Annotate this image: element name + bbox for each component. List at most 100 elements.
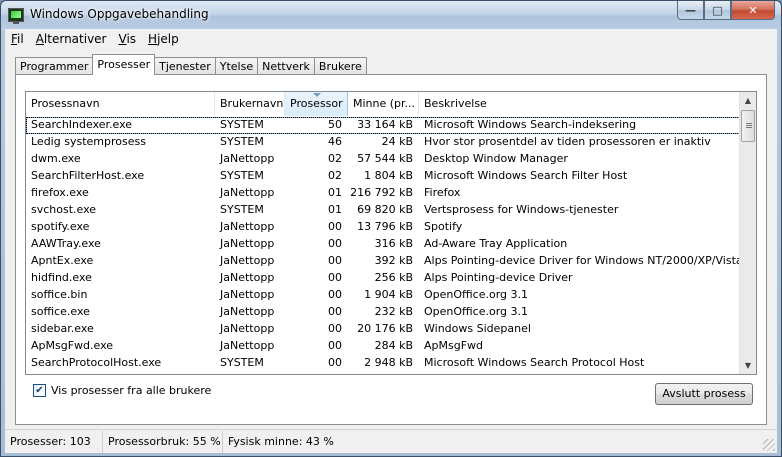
cpu-cell: 00	[328, 322, 342, 335]
memory-cell: 216 792 kB	[350, 186, 413, 199]
tab-networking[interactable]: Nettverk	[257, 57, 315, 75]
user-name-cell: SYSTEM	[220, 356, 264, 369]
tab-services[interactable]: Tjenester	[154, 57, 216, 75]
process-name-cell: SearchProtocolHost.exe	[31, 356, 162, 369]
table-row[interactable]: ApntEx.exe JaNettopp 00 392 kB Alps Pointing…	[26, 253, 740, 270]
process-name-cell: svchost.exe	[31, 203, 97, 216]
table-row[interactable]: Ledig systemprosess SYSTEM 46 24 kB Hvor sto…	[26, 134, 740, 151]
cpu-cell: 50	[328, 118, 342, 131]
table-row[interactable]: dwm.exe JaNettopp 02 57 544 kB Desktop Windo…	[26, 151, 740, 168]
memory-cell: 316 kB	[374, 237, 413, 250]
description-cell: Microsoft Windows Search Protocol Host	[424, 356, 645, 369]
description-cell: Firefox	[424, 186, 461, 199]
table-row[interactable]: SearchFilterHost.exe SYSTEM 02 1 804 kB Micr…	[26, 168, 740, 185]
user-name-cell: JaNettopp	[220, 339, 275, 352]
column-header-memory[interactable]: Minne (pr...	[348, 92, 419, 116]
process-name-cell: sidebar.exe	[31, 322, 94, 335]
memory-cell: 256 kB	[374, 271, 413, 284]
memory-cell: 1 804 kB	[364, 169, 413, 182]
cpu-cell: 00	[328, 237, 342, 250]
user-name-cell: SYSTEM	[220, 135, 264, 148]
show-all-users-option[interactable]: ✔ Vis prosesser fra alle brukere	[33, 384, 211, 397]
minimize-icon: —	[685, 3, 696, 17]
process-rows: SearchIndexer.exe SYSTEM 50 33 164 kB Micros…	[26, 117, 740, 372]
scrollbar-thumb[interactable]	[741, 110, 755, 142]
table-row[interactable]: svchost.exe SYSTEM 01 69 820 kB Vertsprosess…	[26, 202, 740, 219]
user-name-cell: SYSTEM	[220, 169, 264, 182]
column-header-process-name[interactable]: Prosessnavn	[26, 92, 215, 116]
maximize-icon: □	[712, 3, 723, 17]
task-manager-icon	[8, 8, 24, 24]
minimize-button[interactable]: —	[677, 1, 704, 20]
description-cell: Desktop Window Manager	[424, 152, 568, 165]
grip-line	[746, 123, 752, 124]
user-name-cell: JaNettopp	[220, 288, 275, 301]
column-header-cpu[interactable]: Prosessor	[285, 92, 348, 116]
menu-help[interactable]: Hjelp	[148, 32, 179, 46]
tab-applications[interactable]: Programmer	[15, 57, 94, 75]
grip-line	[746, 125, 752, 126]
memory-cell: 1 904 kB	[364, 288, 413, 301]
user-name-cell: JaNettopp	[220, 152, 275, 165]
close-button[interactable]: ✕	[731, 1, 775, 20]
cpu-cell: 01	[328, 203, 342, 216]
memory-cell: 57 544 kB	[357, 152, 413, 165]
description-cell: Vertsprosess for Windows-tjenester	[424, 203, 619, 216]
memory-cell: 20 176 kB	[357, 322, 413, 335]
scroll-up-icon[interactable]: ▲	[740, 92, 756, 109]
table-row[interactable]: firefox.exe JaNettopp 01 216 792 kB Firefox	[26, 185, 740, 202]
table-row[interactable]: soffice.bin JaNettopp 00 1 904 kB OpenOffice…	[26, 287, 740, 304]
table-row[interactable]: AAWTray.exe JaNettopp 00 316 kB Ad-Aware Tra…	[26, 236, 740, 253]
status-cpu-usage: Prosessorbruk: 55 %	[103, 430, 223, 453]
cpu-cell: 02	[328, 169, 342, 182]
process-list[interactable]: Prosessnavn Brukernavn Prosessor Minne (…	[25, 91, 757, 375]
process-name-cell: SearchIndexer.exe	[31, 118, 133, 131]
tab-users[interactable]: Brukere	[313, 57, 367, 75]
cpu-cell: 00	[328, 220, 342, 233]
show-all-users-checkbox[interactable]: ✔	[33, 384, 46, 397]
table-row[interactable]: ApMsgFwd.exe JaNettopp 00 284 kB ApMsgFwd	[26, 338, 740, 355]
table-row[interactable]: spotify.exe JaNettopp 00 13 796 kB Spotify	[26, 219, 740, 236]
user-name-cell: JaNettopp	[220, 237, 275, 250]
grip-line	[746, 127, 752, 128]
cpu-cell: 00	[328, 356, 342, 369]
column-header-description[interactable]: Beskrivelse	[419, 92, 740, 116]
column-header-user-name[interactable]: Brukernavn	[215, 92, 285, 116]
process-list-header: Prosessnavn Brukernavn Prosessor Minne (…	[26, 92, 740, 116]
user-name-cell: JaNettopp	[220, 254, 275, 267]
end-process-button[interactable]: Avslutt prosess	[655, 383, 753, 405]
table-row[interactable]: sidebar.exe JaNettopp 00 20 176 kB Windows S…	[26, 321, 740, 338]
user-name-cell: JaNettopp	[220, 305, 275, 318]
title-bar[interactable]: Windows Oppgavebehandling — □ ✕	[1, 1, 781, 29]
description-cell: OpenOffice.org 3.1	[424, 305, 529, 318]
memory-cell: 392 kB	[374, 254, 413, 267]
scroll-down-icon[interactable]: ▼	[740, 357, 756, 374]
tab-performance[interactable]: Ytelse	[214, 57, 259, 75]
user-name-cell: SYSTEM	[220, 203, 264, 216]
menu-file[interactable]: Fil	[11, 32, 24, 46]
table-row[interactable]: SearchProtocolHost.exe SYSTEM 00 2 948 kB Mi…	[26, 355, 740, 372]
description-cell: Hvor stor prosentdel av tiden prosessore…	[424, 135, 711, 148]
description-cell: Alps Pointing-device Driver for Windows …	[424, 254, 740, 267]
tab-processes[interactable]: Prosesser	[92, 54, 156, 75]
cpu-cell: 00	[328, 288, 342, 301]
client-area: Programmer Prosesser Tjenester Ytelse Ne…	[5, 49, 777, 453]
table-row[interactable]: SearchIndexer.exe SYSTEM 50 33 164 kB Micros…	[26, 117, 740, 134]
process-name-cell: spotify.exe	[31, 220, 90, 233]
menu-options[interactable]: Alternativer	[36, 32, 107, 46]
memory-cell: 284 kB	[374, 339, 413, 352]
table-row[interactable]: hidfind.exe JaNettopp 00 256 kB Alps Pointin…	[26, 270, 740, 287]
resize-grip-icon[interactable]	[763, 439, 775, 451]
cpu-cell: 00	[328, 339, 342, 352]
process-name-cell: Ledig systemprosess	[31, 135, 146, 148]
menu-bar: Fil Alternativer Vis Hjelp	[5, 29, 777, 49]
process-name-cell: dwm.exe	[31, 152, 81, 165]
vertical-scrollbar[interactable]: ▲ ▼	[739, 92, 756, 374]
memory-cell: 24 kB	[381, 135, 413, 148]
tab-strip: Programmer Prosesser Tjenester Ytelse Ne…	[15, 54, 367, 75]
table-row[interactable]: soffice.exe JaNettopp 00 232 kB OpenOffice.o…	[26, 304, 740, 321]
checkmark-icon: ✔	[35, 385, 44, 396]
maximize-button[interactable]: □	[704, 1, 731, 20]
menu-view[interactable]: Vis	[118, 32, 136, 46]
memory-cell: 13 796 kB	[357, 220, 413, 233]
